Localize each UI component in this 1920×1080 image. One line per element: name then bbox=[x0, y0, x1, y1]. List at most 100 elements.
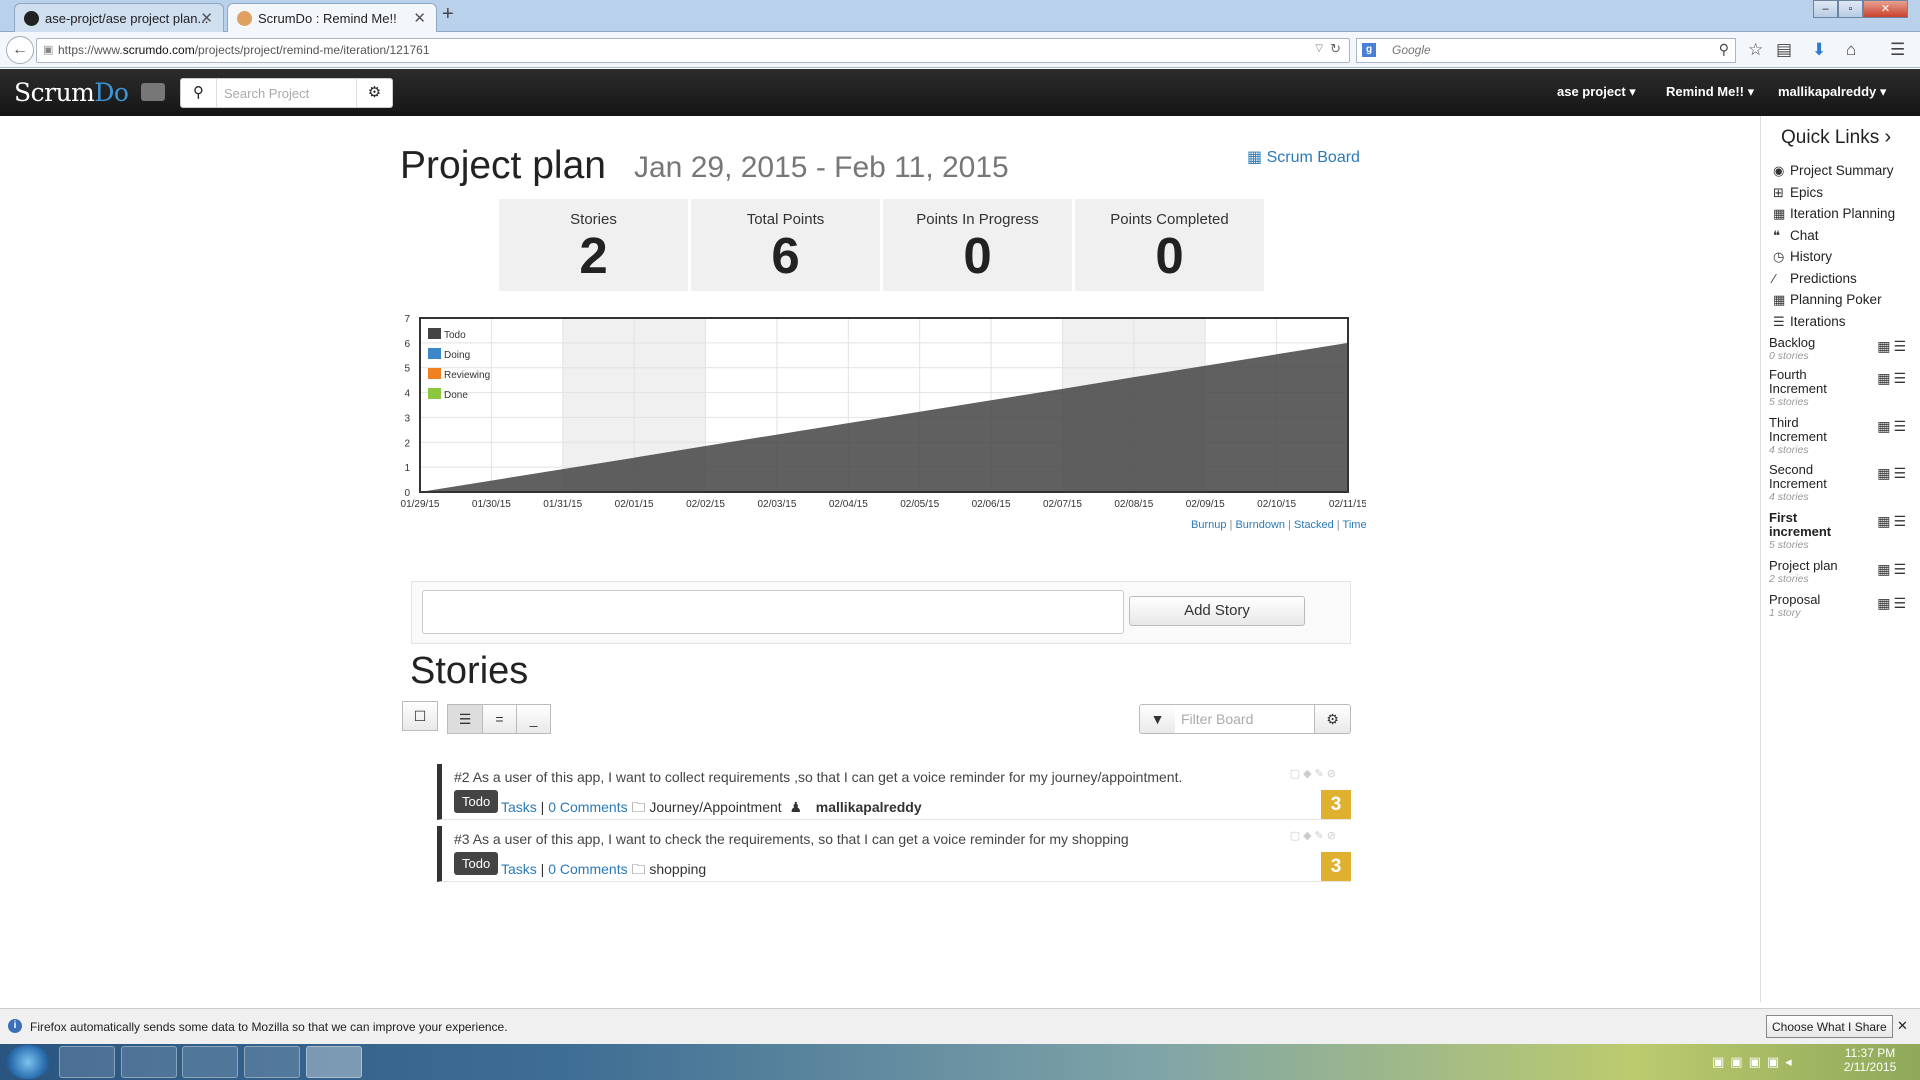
sidebar-link-epics[interactable]: ⊞ Epics bbox=[1773, 185, 1823, 201]
new-tab-icon[interactable]: + bbox=[442, 3, 454, 26]
list-view-button[interactable]: ☰ bbox=[447, 704, 483, 734]
github-desktop-icon[interactable] bbox=[182, 1046, 238, 1078]
iteration-view-icons[interactable]: ▦☰ bbox=[1877, 561, 1909, 578]
story-card[interactable]: #2 As a user of this app, I want to coll… bbox=[437, 764, 1351, 820]
y-tick-label: 1 bbox=[404, 463, 410, 474]
sidebar-link-predictions[interactable]: ⁄ Predictions bbox=[1773, 271, 1857, 286]
iteration-view-icons[interactable]: ▦☰ bbox=[1877, 370, 1909, 387]
home-icon[interactable]: ⌂ bbox=[1846, 40, 1856, 60]
minimize-window-button[interactable]: – bbox=[1813, 0, 1838, 18]
maximize-window-button[interactable]: ▫ bbox=[1838, 0, 1863, 18]
select-all-checkbox[interactable]: ☐ bbox=[402, 701, 438, 731]
back-arrow-icon[interactable]: ← bbox=[6, 36, 34, 64]
story-tool-icons[interactable]: ▢◆✎⊘ bbox=[1290, 829, 1339, 842]
file-explorer-icon[interactable] bbox=[244, 1046, 300, 1078]
sidebar-link-project-summary[interactable]: ◉ Project Summary bbox=[1773, 163, 1894, 179]
close-tab-icon[interactable]: ✕ bbox=[413, 9, 426, 27]
system-clock[interactable]: 11:37 PM 2/11/2015 bbox=[1842, 1046, 1898, 1074]
tasks-link[interactable]: Tasks bbox=[501, 799, 537, 815]
sidebar-link-iteration-planning[interactable]: ▦ Iteration Planning bbox=[1773, 206, 1895, 222]
filter-board-input[interactable]: Filter Board bbox=[1175, 704, 1315, 734]
caret-down-icon: ▾ bbox=[1879, 84, 1887, 99]
reload-icon[interactable]: ↻ bbox=[1330, 41, 1341, 57]
filter-icon[interactable]: ▼ bbox=[1139, 704, 1176, 734]
stacked-link[interactable]: Stacked bbox=[1294, 519, 1334, 531]
iteration-item-first-increment[interactable]: First increment 5 stories ▦☰ bbox=[1769, 510, 1909, 552]
y-tick-label: 5 bbox=[404, 364, 410, 375]
media-player-icon[interactable] bbox=[59, 1046, 115, 1078]
legend-swatch-reviewing bbox=[428, 368, 441, 379]
comments-link[interactable]: 0 Comments bbox=[548, 799, 627, 815]
close-icon[interactable]: ✕ bbox=[1897, 1018, 1908, 1034]
new-story-textarea[interactable] bbox=[422, 590, 1124, 634]
story-text[interactable]: #2 As a user of this app, I want to coll… bbox=[454, 769, 1182, 785]
iteration-view-icons[interactable]: ▦☰ bbox=[1877, 595, 1909, 612]
browser-tab-scrumdo[interactable]: ScrumDo : Remind Me!! ✕ bbox=[227, 3, 437, 32]
gear-icon[interactable]: ⚙ bbox=[1314, 704, 1351, 734]
choose-what-i-share-button[interactable]: Choose What I Share bbox=[1766, 1015, 1893, 1038]
menu-icon[interactable]: ☰ bbox=[1890, 40, 1905, 60]
browser-tab-github[interactable]: ase-projct/ase project plan... ✕ bbox=[14, 3, 224, 32]
url-bar[interactable]: ▣ https://www.scrumdo.com/projects/proje… bbox=[36, 38, 1350, 63]
search-icon[interactable]: ⚲ bbox=[181, 79, 217, 107]
minimal-view-button[interactable]: _ bbox=[516, 704, 551, 734]
iteration-item-backlog[interactable]: Backlog 0 stories ▦☰ bbox=[1769, 336, 1909, 363]
iteration-view-icons[interactable]: ▦☰ bbox=[1877, 338, 1909, 355]
iteration-view-icons[interactable]: ▦☰ bbox=[1877, 513, 1909, 530]
firefox-icon[interactable] bbox=[306, 1046, 362, 1078]
x-tick-label: 01/31/15 bbox=[543, 499, 582, 510]
iteration-item-proposal[interactable]: Proposal 1 story ▦☰ bbox=[1769, 593, 1909, 620]
sidebar-link-history[interactable]: ◷ History bbox=[1773, 249, 1832, 265]
grid-icon: ▦ bbox=[1773, 292, 1786, 307]
iteration-name: Second Increment bbox=[1769, 462, 1827, 491]
story-points: 3 bbox=[1321, 790, 1351, 819]
add-story-button[interactable]: Add Story bbox=[1129, 596, 1305, 626]
iteration-name: First increment bbox=[1769, 510, 1832, 539]
link-label: Iteration Planning bbox=[1790, 206, 1896, 221]
burnup-link[interactable]: Burnup bbox=[1191, 519, 1226, 531]
iteration-item-fourth-increment[interactable]: Fourth Increment 5 stories ▦☰ bbox=[1769, 368, 1909, 409]
user-menu[interactable]: mallikapalreddy ▾ bbox=[1778, 84, 1886, 100]
iteration-view-icons[interactable]: ▦☰ bbox=[1877, 465, 1909, 482]
time-link[interactable]: Time bbox=[1343, 519, 1367, 531]
iteration-menu[interactable]: Remind Me!! ▾ bbox=[1666, 84, 1754, 100]
story-text[interactable]: #3 As a user of this app, I want to chec… bbox=[454, 831, 1129, 847]
quick-links-title[interactable]: Quick Links › bbox=[1781, 126, 1891, 149]
iteration-item-second-increment[interactable]: Second Increment 4 stories ▦☰ bbox=[1769, 462, 1909, 504]
dropdown-arrow-icon[interactable]: ▽ bbox=[1315, 43, 1323, 54]
status-badge[interactable]: Todo bbox=[454, 852, 499, 875]
bookmark-star-icon[interactable]: ☆ bbox=[1748, 40, 1763, 60]
system-tray-icons[interactable]: ▣▣▣▣◂ bbox=[1712, 1054, 1798, 1070]
tasks-link[interactable]: Tasks bbox=[501, 861, 537, 877]
gear-icon[interactable]: ⚙ bbox=[356, 79, 392, 107]
sidebar-link-planning-poker[interactable]: ▦ Planning Poker bbox=[1773, 292, 1882, 308]
iteration-item-third-increment[interactable]: Third Increment 4 stories ▦☰ bbox=[1769, 416, 1909, 457]
lock-icon: ▣ bbox=[43, 44, 54, 56]
story-tool-icons[interactable]: ▢◆✎⊘ bbox=[1290, 767, 1339, 780]
iteration-view-icons[interactable]: ▦☰ bbox=[1877, 418, 1909, 435]
close-tab-icon[interactable]: ✕ bbox=[200, 9, 213, 27]
url-prefix: https://www. bbox=[58, 43, 123, 57]
scrumdo-logo[interactable]: ScrumDo bbox=[14, 78, 129, 107]
condensed-view-button[interactable]: = bbox=[482, 704, 517, 734]
status-badge[interactable]: Todo bbox=[454, 790, 499, 813]
search-input[interactable]: Search Project bbox=[224, 86, 309, 101]
comments-link[interactable]: 0 Comments bbox=[548, 861, 627, 877]
download-icon[interactable]: ⬇ bbox=[1812, 40, 1826, 60]
iteration-count: 4 stories bbox=[1769, 444, 1809, 456]
sidebar-link-iterations[interactable]: ☰ Iterations bbox=[1773, 314, 1846, 330]
start-button[interactable] bbox=[6, 1045, 50, 1079]
story-card[interactable]: #3 As a user of this app, I want to chec… bbox=[437, 826, 1351, 882]
internet-explorer-icon[interactable] bbox=[121, 1046, 177, 1078]
close-window-button[interactable]: ✕ bbox=[1863, 0, 1908, 18]
iteration-item-project-plan[interactable]: Project plan 2 stories ▦☰ bbox=[1769, 559, 1909, 586]
chat-bubble-icon[interactable] bbox=[141, 83, 165, 101]
project-menu[interactable]: ase project ▾ bbox=[1557, 84, 1636, 100]
x-tick-label: 02/06/15 bbox=[972, 499, 1011, 510]
search-icon[interactable]: ⚲ bbox=[1719, 41, 1729, 58]
bookmarks-icon[interactable]: ▤ bbox=[1776, 40, 1792, 60]
sidebar-link-chat[interactable]: ❝ Chat bbox=[1773, 228, 1819, 244]
browser-search-field[interactable]: g Google ⚲ bbox=[1356, 38, 1736, 63]
scrum-board-link[interactable]: ▦ Scrum Board bbox=[1247, 147, 1360, 167]
burndown-link[interactable]: Burndown bbox=[1235, 519, 1285, 531]
